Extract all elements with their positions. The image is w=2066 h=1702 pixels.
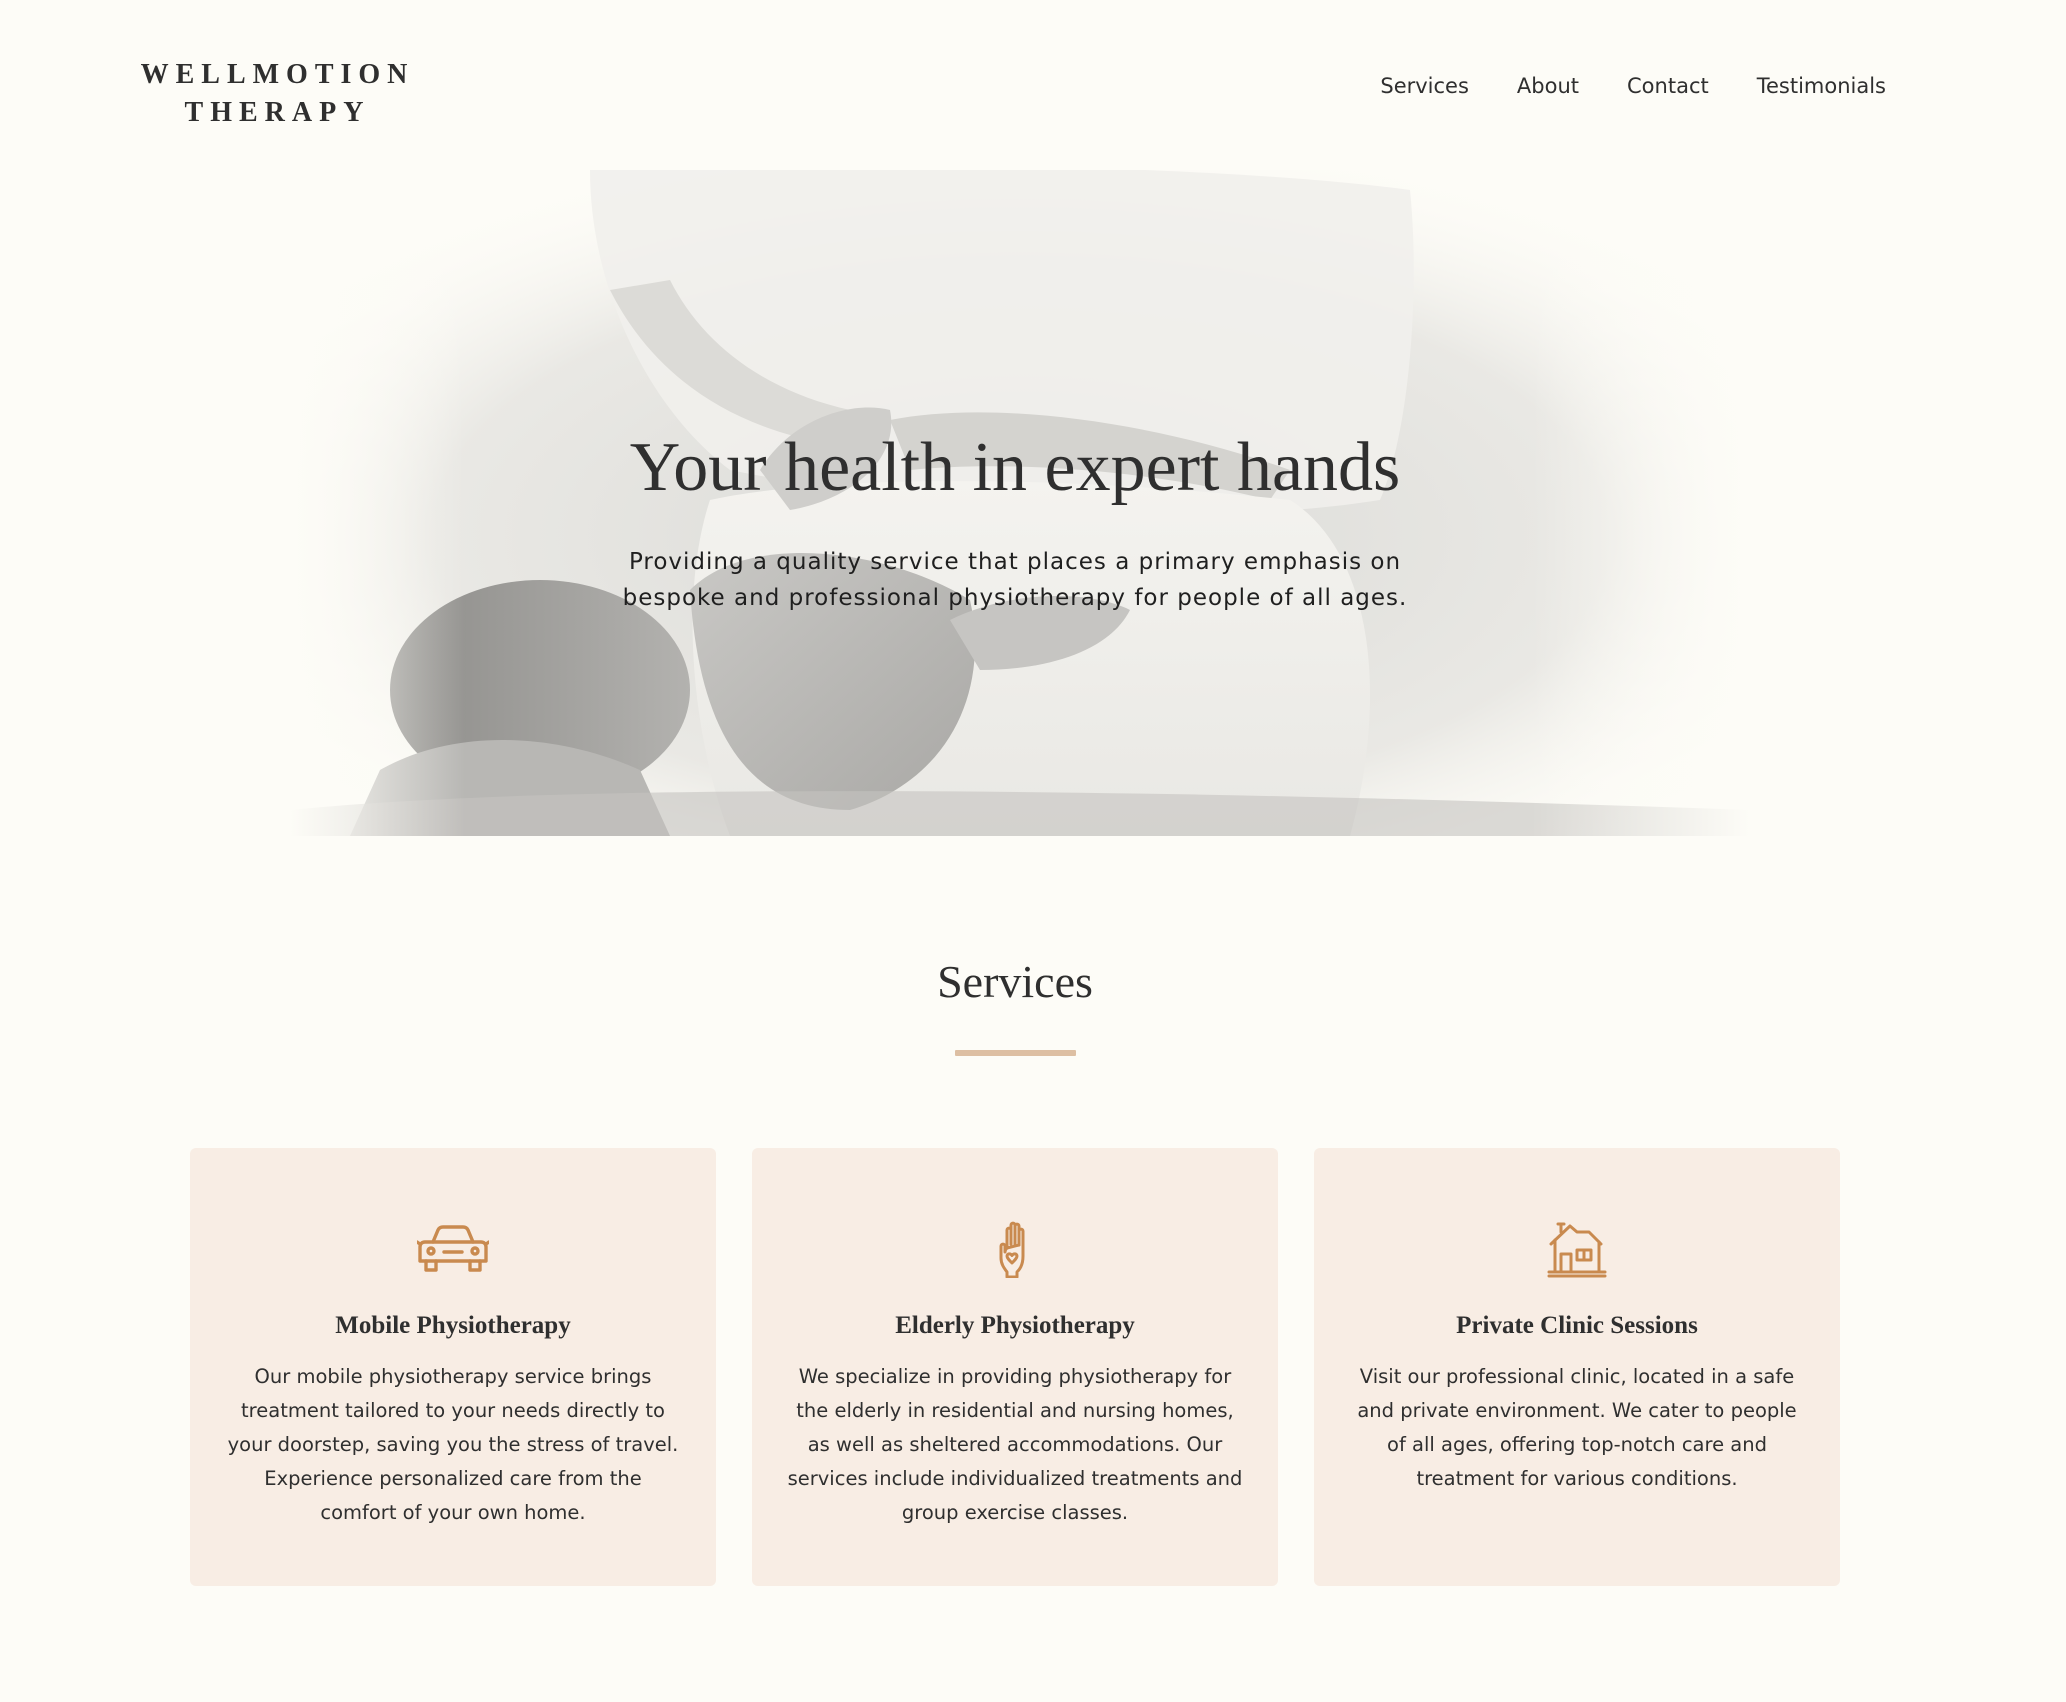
nav-link-services[interactable]: Services [1380,68,1469,104]
service-card-description: Visit our professional clinic, located i… [1357,1365,1797,1490]
main-nav: Services About Contact Testimonials [1380,68,1886,104]
service-card-title: Elderly Physiotherapy [895,1312,1135,1339]
house-icon [1541,1220,1613,1278]
services-heading: Services [937,956,1093,1007]
hand-heart-icon [979,1220,1051,1279]
brand-logo[interactable]: WELLMOTION THERAPY [140,56,415,132]
services-heading-divider [955,1050,1076,1056]
nav-link-about[interactable]: About [1517,68,1579,104]
nav-link-contact[interactable]: Contact [1627,68,1709,104]
service-card-description: We specialize in providing physiotherapy… [787,1365,1243,1524]
service-card-description: Our mobile physiotherapy service brings … [227,1365,679,1524]
brand-logo-line-2: THERAPY [184,97,371,128]
service-card-elderly-physiotherapy: Elderly Physiotherapy We specialize in p… [752,1148,1278,1586]
service-card-title: Mobile Physiotherapy [335,1312,571,1339]
service-card-mobile-physiotherapy: Mobile Physiotherapy Our mobile physioth… [190,1148,716,1586]
service-card-private-clinic-sessions: Private Clinic Sessions Visit our profes… [1314,1148,1840,1586]
hero-subtitle: Providing a quality service that places … [622,549,1408,611]
brand-logo-line-1: WELLMOTION [140,59,415,90]
service-card-title: Private Clinic Sessions [1456,1312,1698,1339]
car-icon [415,1220,491,1278]
hero-content: Your health in expert hands Providing a … [0,426,2030,616]
hero-title: Your health in expert hands [629,429,1401,506]
nav-link-testimonials[interactable]: Testimonials [1757,68,1886,104]
services-cards: Mobile Physiotherapy Our mobile physioth… [190,1148,1840,1586]
